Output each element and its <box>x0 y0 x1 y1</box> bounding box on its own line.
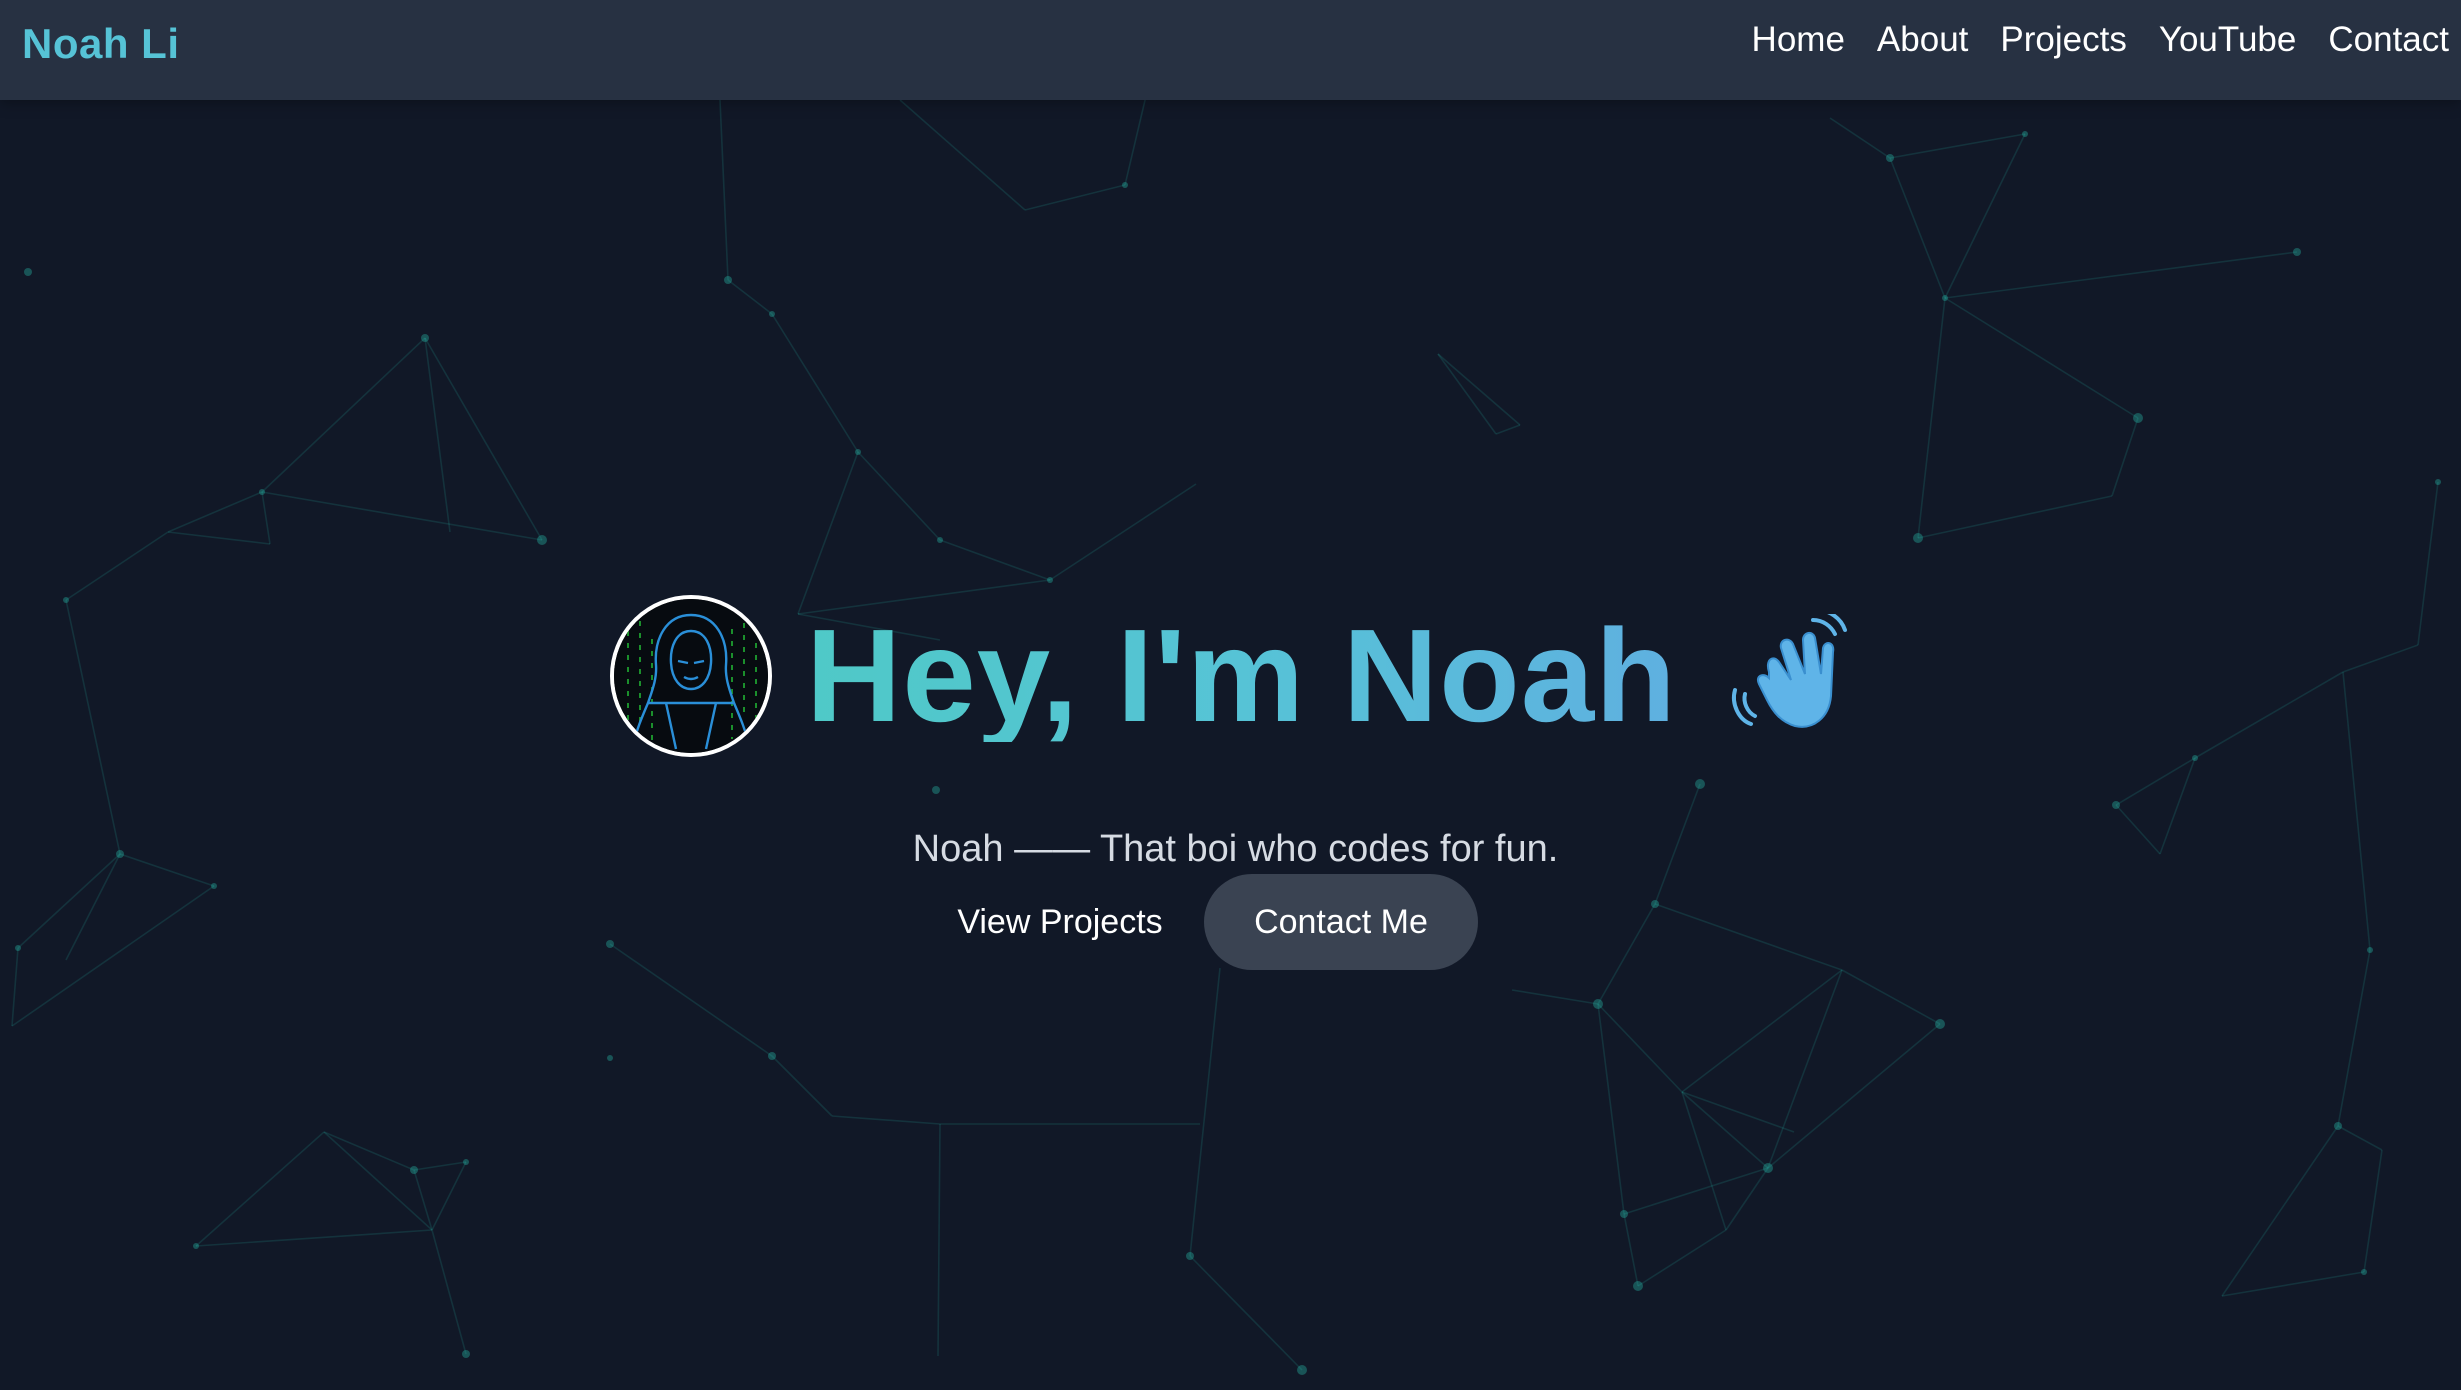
nav-links: Home About Projects YouTube Contact <box>1752 18 2449 62</box>
hero-title: Hey, I'm Noah <box>806 602 1677 749</box>
nav-about-link[interactable]: About <box>1877 18 1968 62</box>
waving-hand-icon <box>1731 614 1847 728</box>
hero-section: Hey, I'm Noah Noah —— That boi who codes… <box>0 100 2461 1390</box>
headline-row: Hey, I'm Noah <box>610 594 1853 758</box>
avatar <box>610 595 772 757</box>
view-projects-button[interactable]: View Projects <box>944 874 1176 970</box>
page: Noah Li Home About Projects YouTube Cont… <box>0 0 2461 1390</box>
hooded-hacker-avatar-icon <box>614 599 768 753</box>
hero-subtitle: Noah —— That boi who codes for fun. <box>912 828 1559 870</box>
hero-buttons: View Projects Contact Me <box>944 874 1478 970</box>
brand-logo[interactable]: Noah Li <box>22 20 180 68</box>
contact-me-button[interactable]: Contact Me <box>1204 874 1478 970</box>
nav-youtube-link[interactable]: YouTube <box>2159 18 2297 62</box>
nav-contact-link[interactable]: Contact <box>2328 18 2449 62</box>
nav-projects-link[interactable]: Projects <box>2000 18 2126 62</box>
top-navbar: Noah Li Home About Projects YouTube Cont… <box>0 0 2461 100</box>
nav-home-link[interactable]: Home <box>1752 18 1845 62</box>
